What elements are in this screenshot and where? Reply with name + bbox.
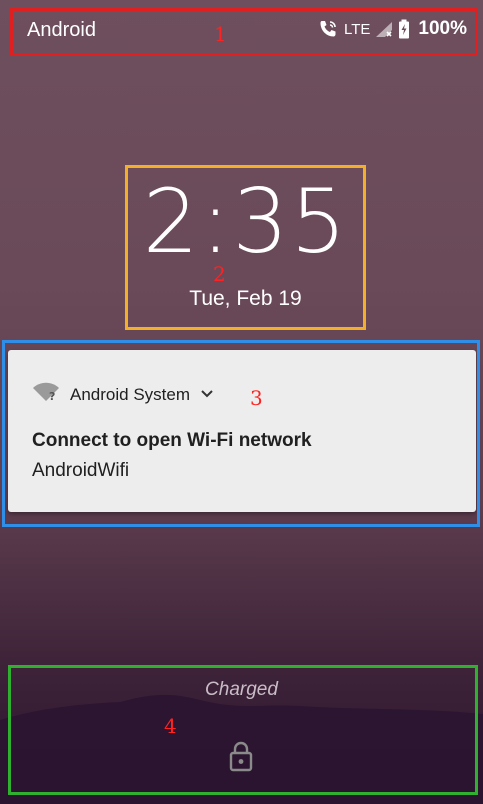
charging-status: Charged — [205, 679, 278, 700]
annotation-label-2: 2 — [213, 262, 226, 286]
wifi-calling-icon — [318, 19, 338, 39]
wifi-question-icon: ? — [32, 382, 60, 407]
signal-no-service-icon — [374, 19, 394, 39]
annotation-label-1: 1 — [214, 22, 227, 46]
lock-screen: Android LTE 100% 2:35 Tue, Feb 19 ? Andr… — [0, 0, 483, 804]
battery-percent: 100% — [418, 18, 467, 39]
notification-title: Connect to open Wi-Fi network — [32, 430, 312, 451]
status-icons: LTE 100% — [318, 18, 467, 40]
status-bar: Android LTE 100% — [0, 0, 483, 62]
clock-date: Tue, Feb 19 — [189, 287, 302, 310]
notification-text: AndroidWifi — [32, 460, 130, 481]
svg-text:?: ? — [49, 390, 55, 402]
lock-icon[interactable] — [228, 740, 254, 777]
annotation-label-3: 3 — [250, 386, 263, 410]
expand-chevron-icon[interactable] — [200, 386, 214, 404]
notification-app-name: Android System — [70, 384, 190, 404]
battery-charging-icon — [398, 19, 410, 39]
notification-header: ? Android System — [32, 382, 214, 407]
clock-time: 2:35 — [142, 170, 349, 273]
network-type: LTE — [343, 20, 371, 38]
wifi-notification[interactable]: ? Android System Connect to open Wi-Fi n… — [8, 350, 476, 512]
carrier-name: Android — [27, 19, 96, 41]
clock-area: 2:35 Tue, Feb 19 — [126, 166, 365, 329]
annotation-label-4: 4 — [164, 714, 177, 738]
